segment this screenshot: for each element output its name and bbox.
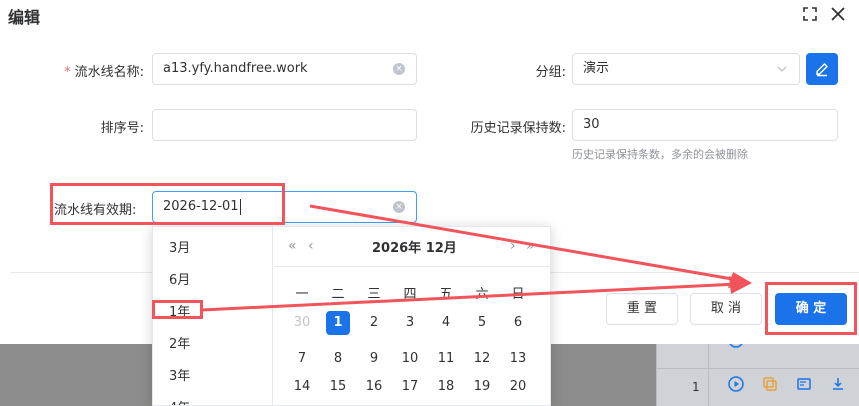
calendar-day[interactable]: 7	[290, 347, 314, 371]
chevron-down-icon	[777, 66, 787, 72]
prev-month-icon[interactable]: ‹	[308, 238, 314, 254]
shortcut-3-years[interactable]: 3年	[169, 365, 190, 384]
weekday-header: 六	[475, 287, 489, 302]
log-icon[interactable]	[796, 376, 812, 392]
calendar-day[interactable]: 11	[434, 347, 458, 371]
history-count-label: 历史记录保持数:	[470, 121, 566, 136]
background-table-row-divider	[656, 368, 859, 369]
calendar-header: « ‹ 2026年 12月 › »	[274, 227, 550, 267]
pipeline-name-input[interactable]: a13.yfy.handfree.work	[152, 53, 417, 85]
required-marker: *	[64, 65, 71, 80]
weekday-header: 二	[331, 287, 345, 302]
calendar-day[interactable]: 4	[434, 311, 458, 335]
play-icon[interactable]	[728, 376, 744, 392]
history-count-value: 30	[583, 117, 600, 132]
calendar-day[interactable]: 3	[398, 311, 422, 335]
date-picker-popup: 3月 6月 1年 2年 3年 4年 « ‹ 2026年 12月 › » 一二三四…	[152, 226, 551, 406]
edit-group-button[interactable]	[806, 53, 838, 85]
weekday-header: 日	[511, 287, 525, 302]
dialog-title: 编辑	[8, 8, 41, 27]
history-count-hint: 历史记录保持条数，多余的会被删除	[572, 148, 748, 161]
calendar-day[interactable]: 6	[506, 311, 530, 335]
calendar-day[interactable]: 20	[506, 375, 530, 399]
shortcut-2-years[interactable]: 2年	[169, 333, 190, 352]
next-year-icon[interactable]: »	[526, 238, 535, 254]
calendar-title: 2026年 12月	[372, 241, 457, 256]
calendar-day[interactable]: 19	[470, 375, 494, 399]
calendar-day[interactable]: 17	[398, 375, 422, 399]
copy-icon[interactable]	[762, 376, 778, 392]
annotation-highlight	[765, 282, 857, 335]
weekday-header: 三	[367, 287, 381, 302]
background-table-divider	[656, 344, 657, 406]
calendar-day[interactable]: 18	[434, 375, 458, 399]
sort-input[interactable]	[152, 109, 417, 141]
calendar-day[interactable]: 30	[290, 311, 314, 335]
background-table-divider	[708, 344, 709, 406]
prev-year-icon[interactable]: «	[288, 238, 297, 254]
calendar-day[interactable]: 2	[362, 311, 386, 335]
shortcut-4-years[interactable]: 4年	[169, 397, 190, 405]
sort-label: 排序号:	[100, 121, 144, 136]
calendar-day[interactable]: 12	[470, 347, 494, 371]
history-count-input[interactable]: 30	[572, 109, 838, 141]
background-row-number: 1	[692, 380, 700, 394]
calendar-day[interactable]: 15	[326, 375, 350, 399]
group-select[interactable]: 演示	[572, 53, 800, 85]
close-icon[interactable]	[828, 4, 848, 24]
group-select-value: 演示	[583, 61, 610, 76]
annotation-highlight	[50, 183, 285, 225]
calendar-day[interactable]: 14	[290, 375, 314, 399]
calendar-day[interactable]: 8	[326, 347, 350, 371]
group-label: 分组:	[535, 65, 566, 80]
weekday-header: 五	[439, 287, 453, 302]
calendar-day[interactable]: 10	[398, 347, 422, 371]
fullscreen-icon[interactable]	[800, 4, 820, 24]
calendar-day[interactable]: 9	[362, 347, 386, 371]
weekday-header: 四	[403, 287, 417, 302]
clear-icon[interactable]: ×	[393, 63, 405, 75]
calendar-day[interactable]: 1	[326, 311, 350, 335]
download-icon[interactable]	[830, 376, 846, 392]
pencil-icon	[816, 63, 828, 77]
background-table-actions	[656, 344, 859, 406]
calendar-day[interactable]: 16	[362, 375, 386, 399]
next-month-icon[interactable]: ›	[510, 238, 516, 254]
pipeline-name-label: * 流水线名称:	[40, 61, 144, 80]
shortcut-3-months[interactable]: 3月	[169, 237, 190, 256]
shortcut-6-months[interactable]: 6月	[169, 269, 190, 288]
pipeline-name-label-text: 流水线名称:	[74, 65, 144, 80]
calendar-day[interactable]: 5	[470, 311, 494, 335]
annotation-highlight	[152, 300, 203, 319]
weekday-header: 一	[295, 287, 309, 302]
calendar-day[interactable]: 13	[506, 347, 530, 371]
pipeline-name-value: a13.yfy.handfree.work	[163, 61, 308, 76]
calendar-panel: « ‹ 2026年 12月 › » 一二三四五六日 30 1 2 3 4 5 6 7 8 9 10 1…	[274, 227, 550, 405]
clear-icon[interactable]: ×	[393, 201, 405, 213]
cancel-button[interactable]: 取 消	[690, 293, 762, 325]
reset-button[interactable]: 重 置	[606, 293, 678, 325]
